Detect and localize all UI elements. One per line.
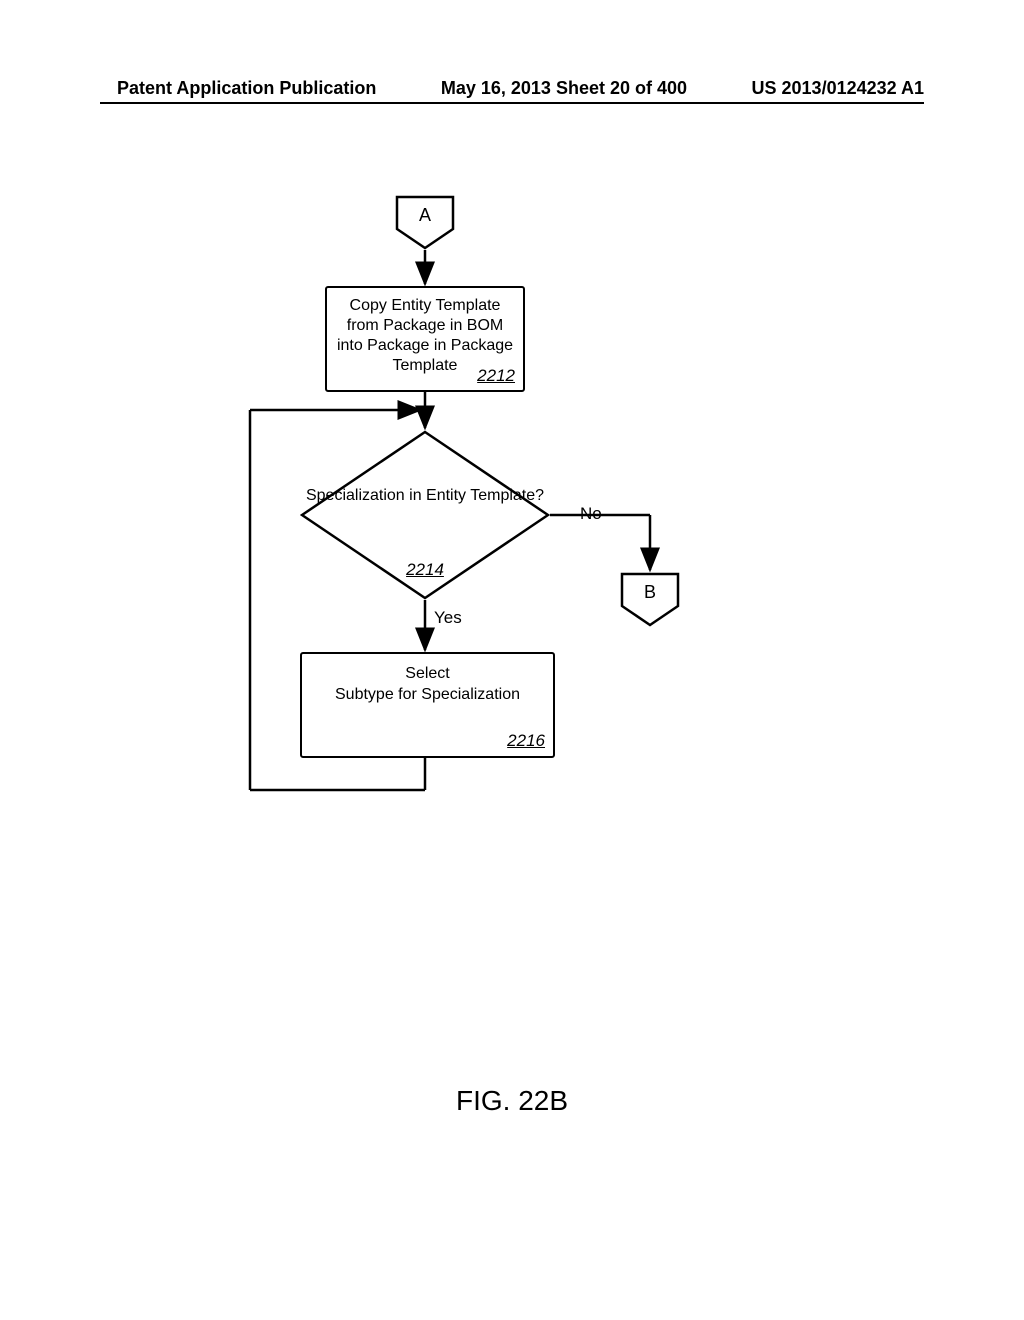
flowchart-canvas: A Copy Entity Template from Package in B… <box>0 190 1024 990</box>
page-header: Patent Application Publication May 16, 2… <box>0 78 1024 99</box>
ref-2216: 2216 <box>507 730 545 752</box>
process-2216-line1: Select <box>405 665 449 682</box>
ref-2214: 2214 <box>300 560 550 580</box>
process-2216-line2: Subtype for Specialization <box>335 686 520 703</box>
figure-label: FIG. 22B <box>0 1085 1024 1117</box>
decision-no-label: No <box>580 504 602 524</box>
header-rule <box>100 102 924 104</box>
header-right: US 2013/0124232 A1 <box>752 78 924 99</box>
process-2212-text: Copy Entity Template from Package in BOM… <box>337 297 513 374</box>
decision-2214-text: Specialization in Entity Template? <box>300 486 550 506</box>
process-copy-entity-template: Copy Entity Template from Package in BOM… <box>325 286 525 392</box>
decision-yes-label: Yes <box>434 608 462 628</box>
connector-a-label: A <box>395 205 455 226</box>
connector-b-label: B <box>620 582 680 603</box>
process-select-subtype: Select Subtype for Specialization 2216 <box>300 652 555 758</box>
ref-2212: 2212 <box>477 365 515 386</box>
header-center: May 16, 2013 Sheet 20 of 400 <box>441 78 687 99</box>
header-left: Patent Application Publication <box>117 78 376 99</box>
